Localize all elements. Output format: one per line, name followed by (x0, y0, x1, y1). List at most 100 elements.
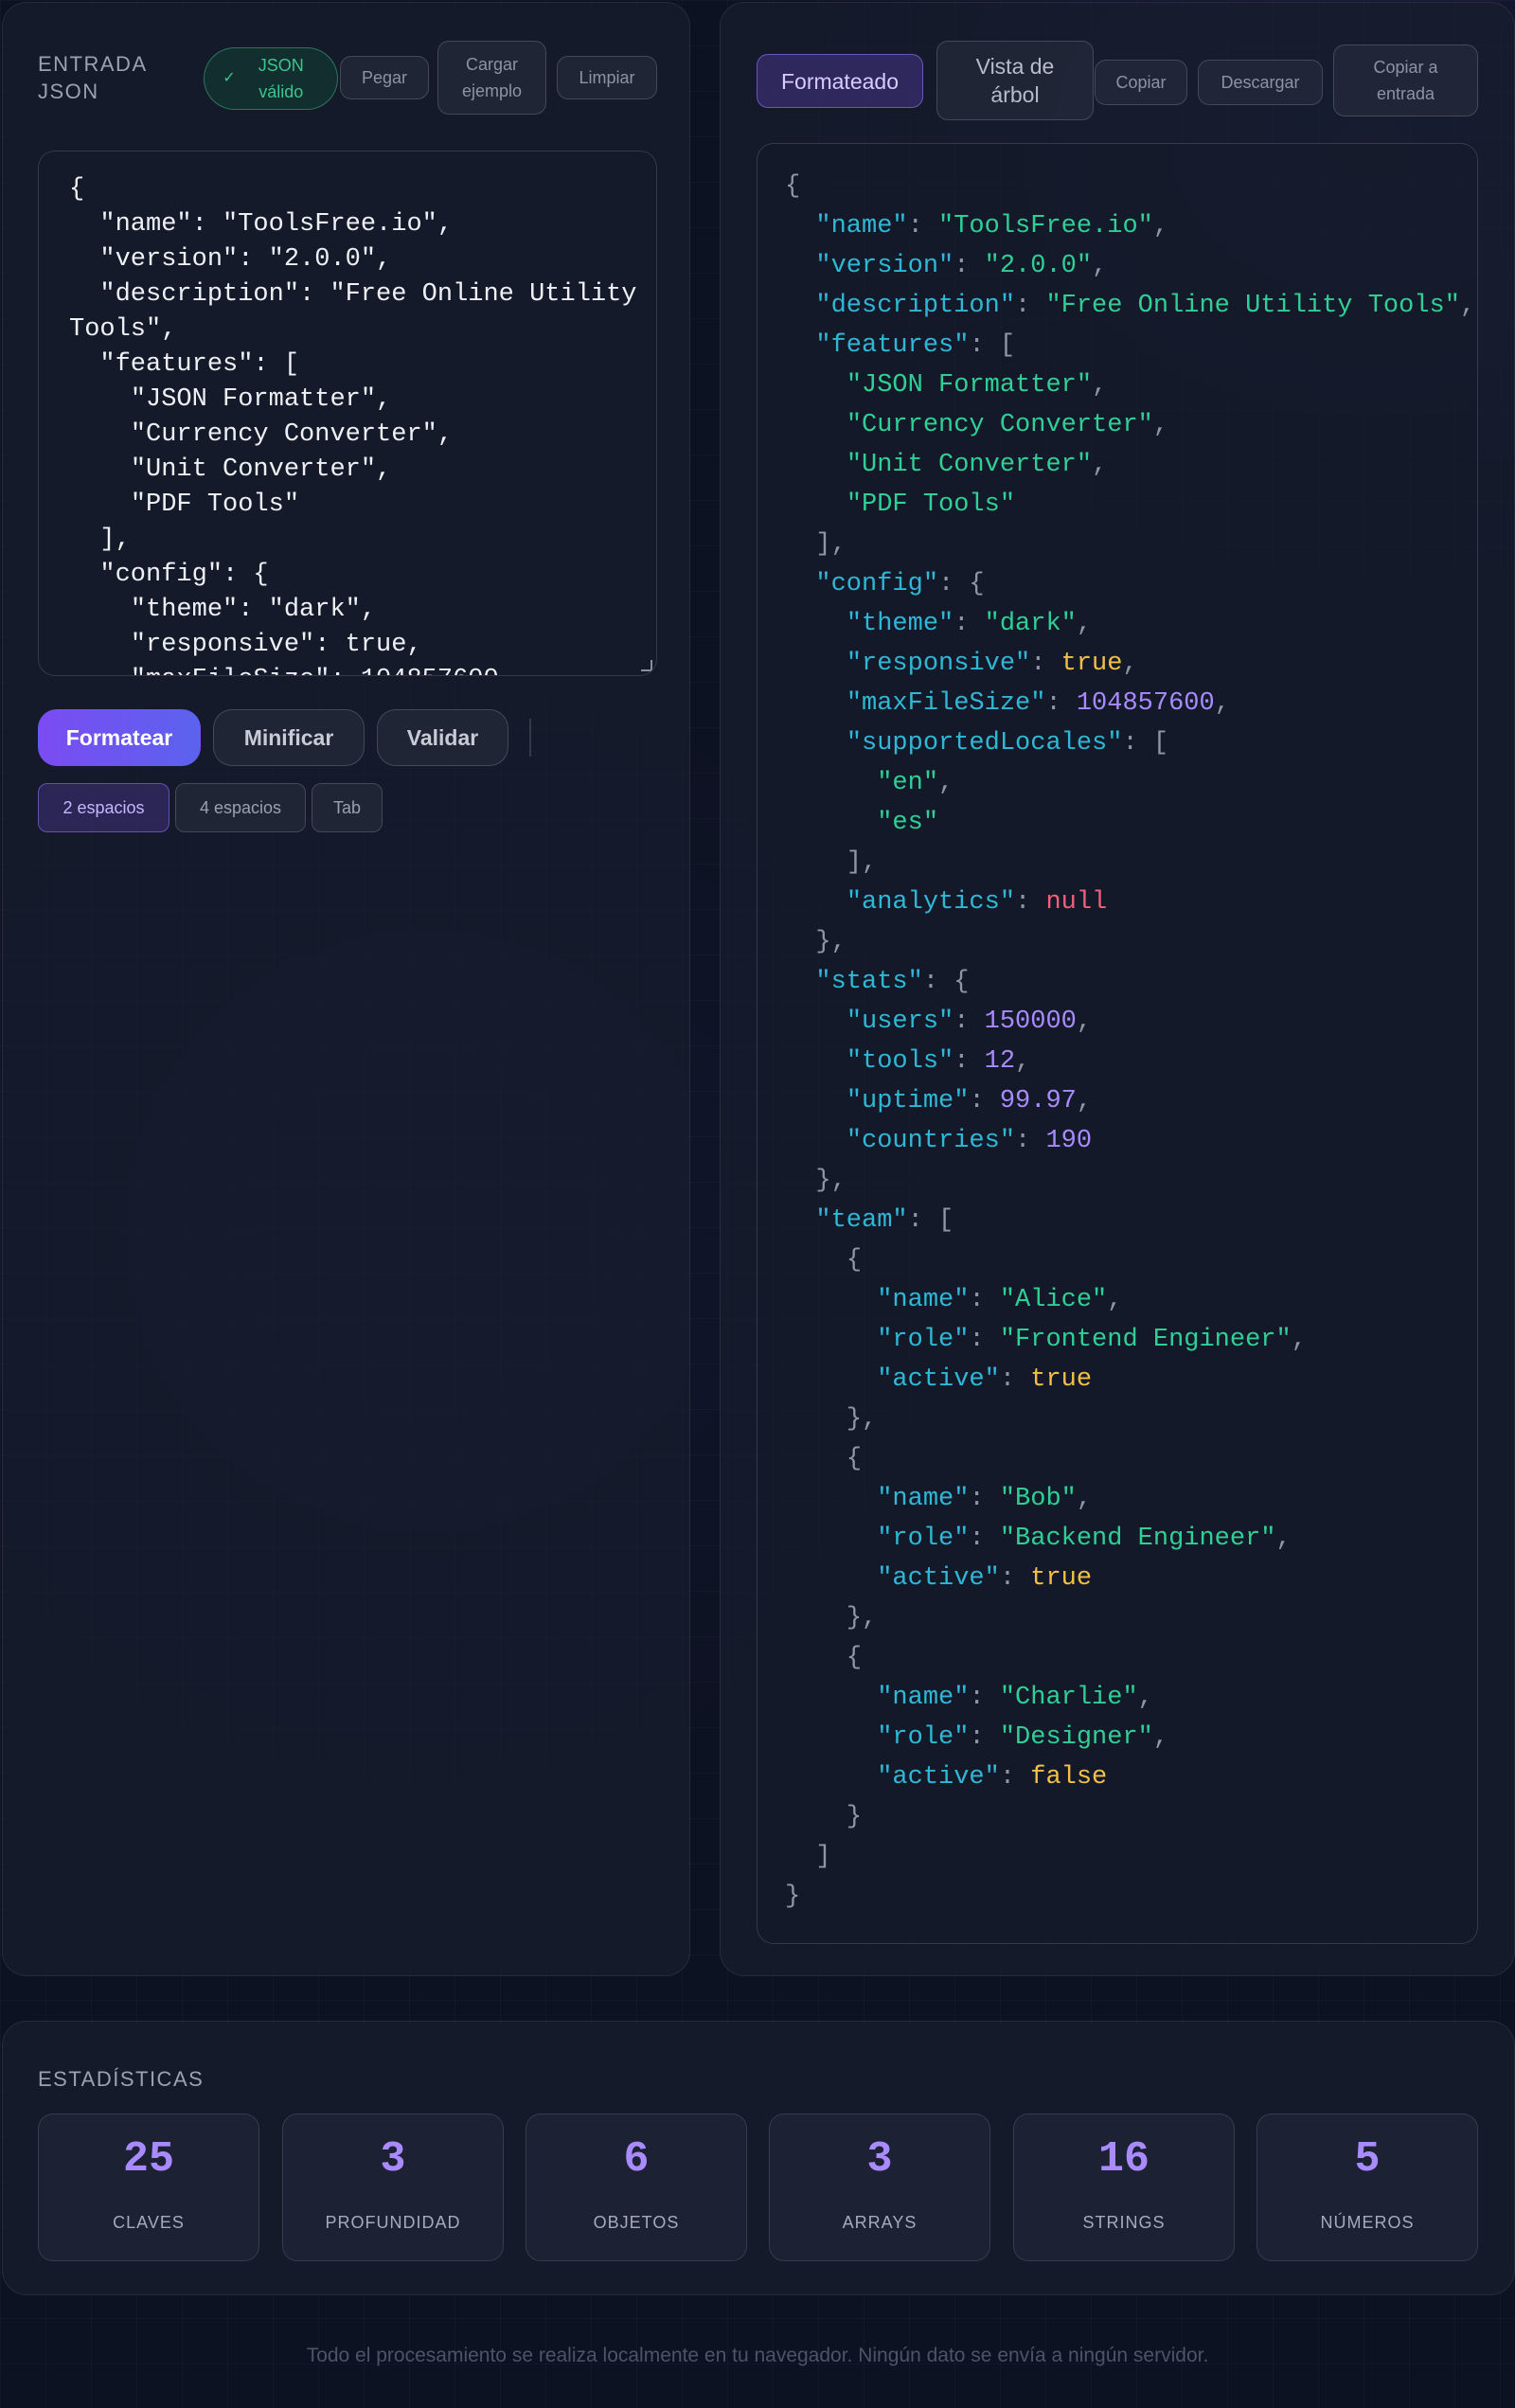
code-line: "PDF Tools" (785, 485, 1475, 525)
stat-label: STRINGS (1082, 2213, 1166, 2232)
tab-tree-view[interactable]: Vista de árbol (936, 41, 1094, 120)
json-punctuation-token: , (1459, 292, 1476, 320)
load-example-button[interactable]: Cargar ejemplo (437, 41, 546, 115)
json-key-token: "theme" (846, 610, 954, 638)
json-key-token: "uptime" (846, 1087, 970, 1115)
json-punctuation-token: , (1137, 1684, 1153, 1712)
json-key-token: "stats" (815, 968, 923, 996)
json-punctuation-token: : (969, 1286, 1000, 1314)
json-punctuation-token: , (938, 769, 954, 797)
code-line: "name": "Bob", (785, 1479, 1475, 1519)
json-string-token: "Currency Converter" (846, 411, 1153, 439)
json-key-token: "features" (815, 331, 970, 360)
code-line: { (785, 167, 1475, 206)
stat-value: 6 (623, 2135, 650, 2184)
indent-option-4-spaces[interactable]: 4 espacios (175, 783, 306, 832)
json-input-panel: ENTRADA JSON ✓ JSON válido Pegar Cargar … (2, 2, 690, 1976)
json-punctuation-token: } (785, 1882, 801, 1911)
formatted-code: { "name": "ToolsFree.io", "version": "2.… (785, 167, 1475, 1917)
json-punctuation-token: : (969, 1684, 1000, 1712)
json-punctuation-token: }, (815, 928, 847, 956)
code-line: }, (785, 922, 1475, 962)
json-punctuation-token: ], (846, 848, 878, 877)
code-line: "active": false (785, 1757, 1475, 1797)
validate-button[interactable]: Validar (377, 709, 508, 766)
code-line: "theme": "dark", (785, 604, 1475, 644)
json-punctuation-token: : (969, 1087, 1000, 1115)
code-line: }, (785, 1400, 1475, 1439)
code-line: { (785, 1439, 1475, 1479)
tab-formatted[interactable]: Formateado (757, 54, 923, 108)
json-punctuation-token: , (1076, 1008, 1093, 1036)
copy-to-input-button[interactable]: Copiar a entrada (1333, 45, 1478, 116)
code-line: { (785, 1240, 1475, 1280)
json-number-token: 12 (984, 1047, 1016, 1076)
json-punctuation-token: : (969, 1485, 1000, 1513)
json-punctuation-token: : (954, 1047, 985, 1076)
json-punctuation-token: { (785, 172, 801, 201)
json-punctuation-token: , (1107, 1286, 1123, 1314)
indent-option-tab[interactable]: Tab (312, 783, 383, 832)
json-punctuation-token: { (846, 1445, 863, 1473)
json-input-textarea[interactable]: { "name": "ToolsFree.io", "version": "2.… (38, 151, 657, 676)
stat-card-depth: 3 PROFUNDIDAD (282, 2114, 504, 2261)
json-punctuation-token: : (1015, 1127, 1046, 1155)
stat-value: 5 (1354, 2135, 1381, 2184)
json-punctuation-token: , (1291, 1326, 1307, 1354)
json-punctuation-token: : (907, 212, 939, 241)
stat-card-objects: 6 OBJETOS (526, 2114, 747, 2261)
indent-option-2-spaces[interactable]: 2 espacios (38, 783, 169, 832)
json-punctuation-token: ] (815, 1843, 831, 1871)
json-punctuation-token: , (1152, 212, 1169, 241)
stat-label: OBJETOS (593, 2213, 680, 2232)
json-string-token: "Designer" (999, 1723, 1153, 1752)
stats-title: ESTADÍSTICAS (38, 2067, 205, 2091)
stat-value: 3 (866, 2135, 893, 2184)
json-key-token: "countries" (846, 1127, 1016, 1155)
copy-button[interactable]: Copiar (1095, 60, 1187, 105)
json-punctuation-token: ], (815, 530, 847, 559)
json-valid-badge: ✓ JSON válido (204, 47, 338, 110)
json-key-token: "version" (815, 252, 954, 280)
json-string-token: "Free Online Utility Tools" (1045, 292, 1460, 320)
json-punctuation-token: : (999, 1763, 1031, 1792)
resize-handle-icon[interactable] (641, 660, 652, 671)
code-line: "Currency Converter", (785, 405, 1475, 445)
json-string-token: "Bob" (999, 1485, 1077, 1513)
clear-button[interactable]: Limpiar (557, 56, 657, 99)
format-button[interactable]: Formatear (38, 709, 201, 766)
code-line: ] (785, 1837, 1475, 1877)
json-punctuation-token: { (846, 1246, 863, 1275)
json-key-token: "name" (877, 1286, 970, 1314)
paste-button[interactable]: Pegar (340, 56, 429, 99)
json-key-token: "name" (877, 1684, 970, 1712)
json-key-token: "active" (877, 1564, 1000, 1593)
json-string-token: "Frontend Engineer" (999, 1326, 1292, 1354)
json-punctuation-token: }, (846, 1405, 878, 1434)
json-key-token: "supportedLocales" (846, 729, 1123, 758)
json-punctuation-token: }, (815, 1167, 847, 1195)
json-punctuation-token: , (1076, 1485, 1093, 1513)
json-number-token: 104857600 (1076, 689, 1215, 718)
json-punctuation-token: , (1152, 411, 1169, 439)
json-string-token: "es" (877, 809, 939, 837)
minify-button[interactable]: Minificar (213, 709, 365, 766)
stat-card-arrays: 3 ARRAYS (769, 2114, 990, 2261)
json-number-token: 190 (1045, 1127, 1093, 1155)
code-line: "stats": { (785, 962, 1475, 1002)
download-button[interactable]: Descargar (1198, 60, 1323, 105)
json-punctuation-token: , (1152, 1723, 1169, 1752)
code-line: "Unit Converter", (785, 445, 1475, 485)
json-punctuation-token: , (1076, 610, 1093, 638)
check-icon: ✓ (223, 70, 236, 86)
json-boolean-token: true (1030, 1365, 1093, 1394)
json-punctuation-token: , (1015, 1047, 1031, 1076)
json-punctuation-token: , (1092, 252, 1108, 280)
json-boolean-token: true (1030, 1564, 1093, 1593)
code-line: "name": "Charlie", (785, 1678, 1475, 1718)
stat-value: 25 (122, 2135, 174, 2184)
json-punctuation-token: : (969, 1326, 1000, 1354)
stat-card-numbers: 5 NÚMEROS (1257, 2114, 1478, 2261)
code-line: "features": [ (785, 326, 1475, 366)
code-line: }, (785, 1161, 1475, 1201)
